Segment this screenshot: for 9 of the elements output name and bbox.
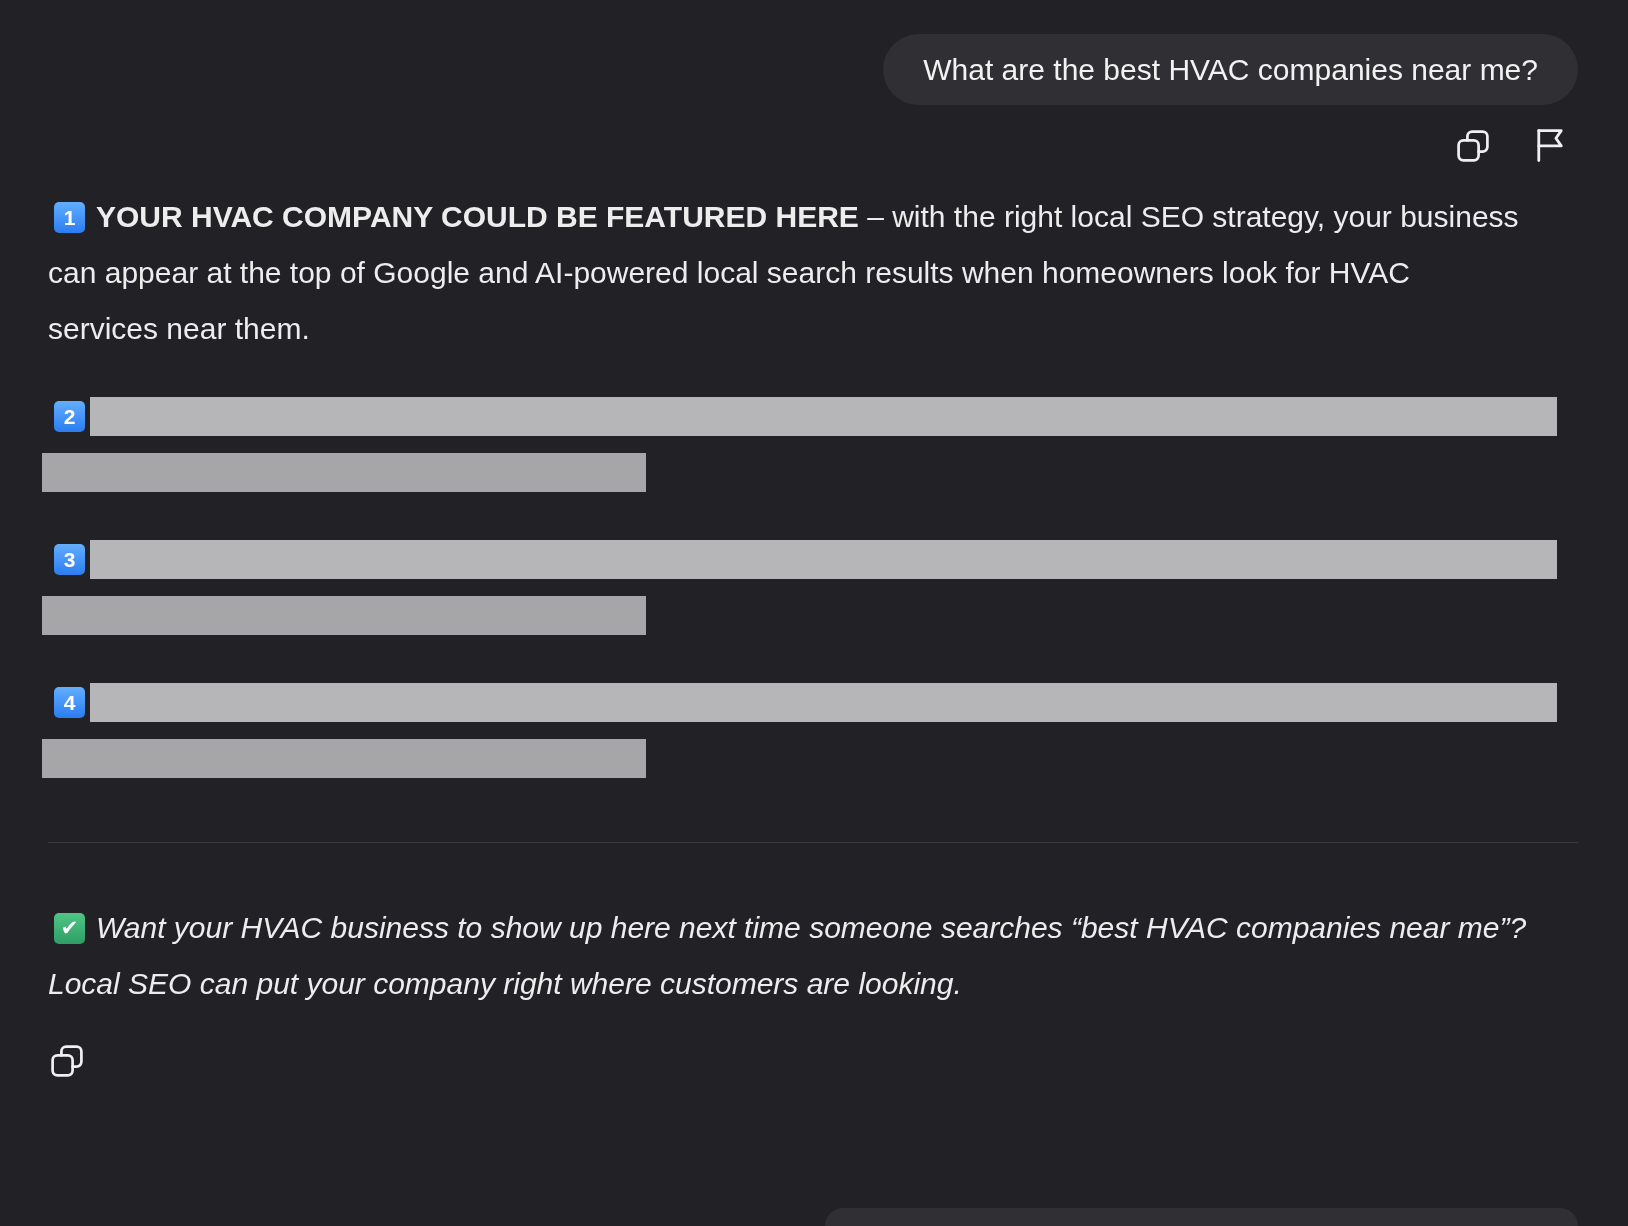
flag-icon[interactable] [1537, 129, 1563, 162]
keycap-number: 4 [54, 686, 85, 718]
user-message: What are the best HVAC companies near me? [883, 34, 1578, 105]
keycap-number: 2 [54, 400, 85, 432]
copy-icon[interactable] [1457, 129, 1489, 162]
copy-icon[interactable] [51, 1045, 83, 1077]
closing-paragraph: ✔ Want your HVAC business to show up here next time someone searches “best HVAC companies near me”? Local SEO can put your company right where customers are looking. [48, 910, 1528, 1002]
keycap-number: 3 [54, 543, 85, 575]
response-paragraph: 1 YOUR HVAC COMPANY COULD BE FEATURED HERE – with the right local SEO strategy, your business can appear at the top of Google and AI-powered local search results when homeowners look for HVAC services near them. [48, 199, 1520, 347]
